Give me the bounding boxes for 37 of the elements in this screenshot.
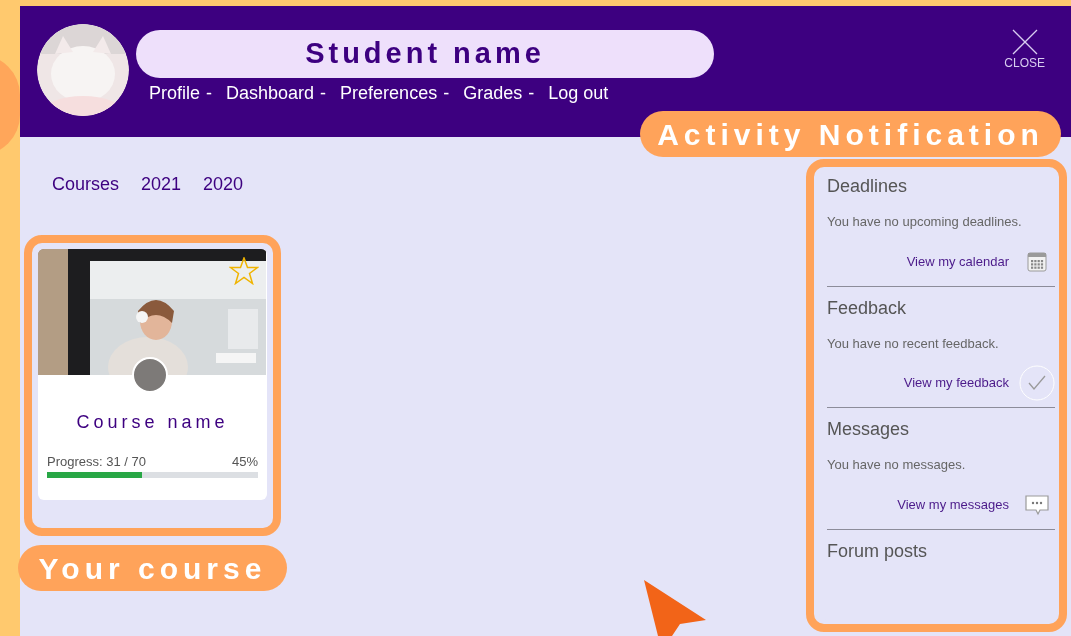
year-tab[interactable]: Courses xyxy=(52,171,120,198)
view-link[interactable]: View my calendar xyxy=(906,251,1009,272)
section-message: You have no recent feedback. xyxy=(827,334,1000,353)
nav-link[interactable]: Log out xyxy=(548,80,609,107)
student-name: Student name xyxy=(136,30,714,78)
teacher-avatar xyxy=(132,357,168,393)
view-link[interactable]: View my messages xyxy=(897,494,1009,515)
course-name[interactable]: Course name xyxy=(38,409,267,436)
nav-separator: - xyxy=(320,82,327,105)
section-message: You have no messages. xyxy=(827,456,967,474)
close-button[interactable]: CLOSE xyxy=(1004,28,1045,69)
nav-link[interactable]: Dashboard xyxy=(226,80,315,107)
speech-bubble-icon xyxy=(1024,493,1050,516)
section-heading: Messages xyxy=(827,418,911,440)
progress-label: Progress: 31 / 70 xyxy=(47,453,146,471)
annotation-label: Activity Notification xyxy=(640,111,1061,157)
cursor-arrow-icon xyxy=(642,580,708,636)
checkmark-icon xyxy=(1019,365,1055,401)
progress-percent: 45% xyxy=(231,453,258,471)
close-icon xyxy=(1010,28,1039,56)
nav-separator: - xyxy=(443,82,450,105)
section-heading: Forum posts xyxy=(827,539,929,562)
nav-link[interactable]: Preferences xyxy=(340,80,438,107)
section-heading: Feedback xyxy=(827,296,908,319)
year-tab[interactable]: 2021 xyxy=(141,171,182,198)
section-message: You have no upcoming deadlines. xyxy=(827,213,1023,231)
view-link[interactable]: View my feedback xyxy=(903,373,1009,393)
year-tab[interactable]: 2020 xyxy=(203,171,244,198)
calendar-icon xyxy=(1027,251,1047,272)
nav-separator: - xyxy=(528,82,535,105)
course-card[interactable]: Course name Progress: 31 / 70 45% xyxy=(38,249,267,500)
nav-separator: - xyxy=(206,82,213,105)
nav-link[interactable]: Profile xyxy=(149,80,201,107)
nav-link[interactable]: Grades xyxy=(463,80,523,107)
star-icon[interactable] xyxy=(229,257,259,285)
annotation-label: Your course xyxy=(18,545,287,591)
section-heading: Deadlines xyxy=(827,175,909,197)
